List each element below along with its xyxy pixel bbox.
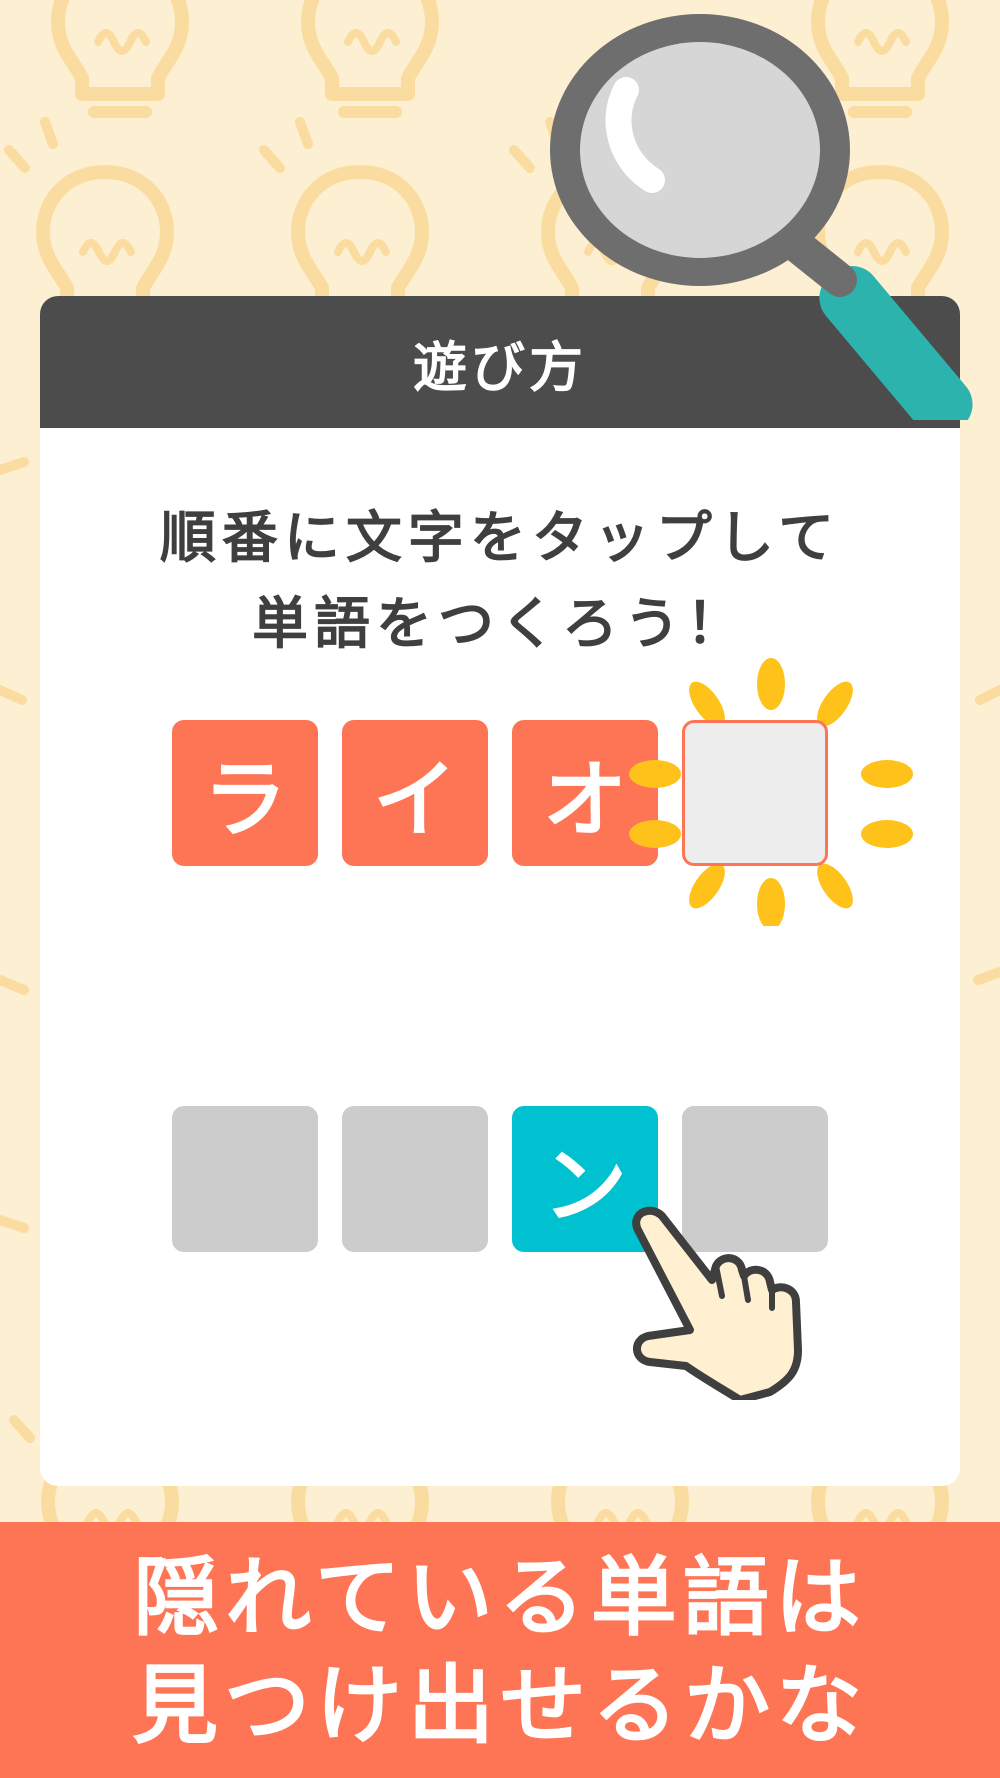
footer-line-2: 見つけ出せるかな xyxy=(132,1656,868,1756)
footer-banner: 隠れている単語は 見つけ出せるかな xyxy=(0,1522,1000,1778)
footer-line-1: 隠れている単語は xyxy=(133,1548,867,1648)
answer-tile-2: イ xyxy=(342,720,488,866)
instruction-line-1: 順番に文字をタップして xyxy=(159,506,841,571)
footer-text: 隠れている単語は 見つけ出せるかな xyxy=(0,1544,1000,1760)
how-to-play-card: 遊び方 順番に文字をタップして 単語をつくろう！ ラ イ オ ン xyxy=(40,296,960,1486)
answer-tile-1: ラ xyxy=(172,720,318,866)
pointing-hand-icon xyxy=(632,1206,802,1400)
choice-tile-1[interactable] xyxy=(172,1106,318,1252)
answer-tile-4-empty xyxy=(682,720,828,866)
instruction-text: 順番に文字をタップして 単語をつくろう！ xyxy=(40,496,960,668)
choice-tile-2[interactable] xyxy=(342,1106,488,1252)
magnifying-glass-icon xyxy=(550,14,973,420)
